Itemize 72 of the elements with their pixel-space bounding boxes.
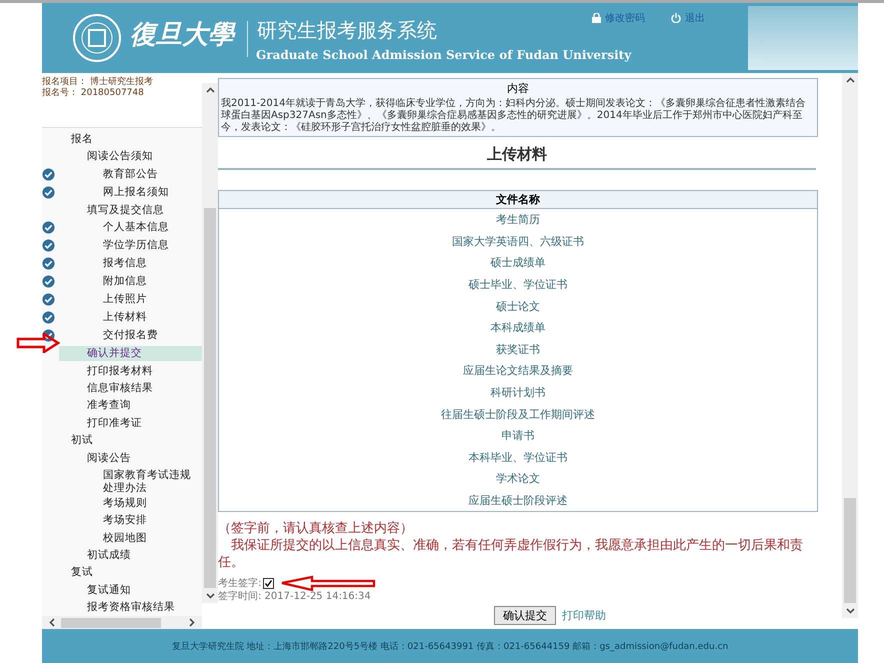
nav-item[interactable]: 考场规则	[59, 496, 151, 511]
signature-time: 签字时间: 2017-12-25 14:16:34	[218, 591, 371, 602]
file-link[interactable]: 获奖证书	[218, 338, 818, 360]
file-link[interactable]: 硕士毕业、学位证书	[218, 274, 818, 296]
nav-item[interactable]: 阅读公告须知	[59, 149, 157, 164]
scroll-right-icon[interactable]	[187, 618, 196, 627]
nav-item[interactable]: 教育部公告	[59, 166, 162, 182]
nav-item[interactable]: 交付报名费	[59, 328, 162, 344]
file-link[interactable]: 科研计划书	[218, 382, 818, 404]
file-link[interactable]: 本科毕业、学位证书	[218, 446, 818, 468]
nav-item[interactable]: 复试通知	[59, 582, 135, 598]
file-link[interactable]: 国家大学英语四、六级证书	[218, 230, 818, 252]
file-link[interactable]: 硕士论文	[218, 295, 818, 317]
nav-item[interactable]: 打印报考材料	[59, 364, 157, 379]
file-link[interactable]: 应届生论文结果及摘要	[218, 360, 818, 382]
nav-item[interactable]: 上传材料	[59, 310, 151, 326]
scroll-left-icon[interactable]	[48, 618, 57, 627]
scrollbar-thumb[interactable]	[204, 208, 216, 588]
registration-info: 报名号： 20180507748	[42, 88, 145, 99]
section-title: 上传材料	[218, 145, 816, 170]
nav-item[interactable]: 准考查询	[59, 398, 135, 414]
nav-item[interactable]: 复试	[59, 565, 97, 580]
nav-item[interactable]: 报考信息	[59, 256, 151, 272]
file-link[interactable]: 申请书	[218, 424, 818, 447]
power-icon	[671, 13, 681, 23]
nav-item[interactable]: 校园地图	[59, 530, 151, 546]
scroll-down-icon[interactable]	[846, 606, 854, 615]
file-link[interactable]: 应届生硕士阶段评述	[218, 490, 818, 512]
lock-icon	[592, 13, 601, 23]
file-link[interactable]: 往届生硕士阶段及工作期间评述	[218, 403, 818, 425]
declaration-text: 我保证所提交的以上信息真实、准确，若有任何弄虚作假行为，我愿意承担由此产生的一切后果和责任。	[218, 537, 803, 572]
nav-item[interactable]: 附加信息	[59, 274, 151, 290]
nav-item[interactable]: 填写及提交信息	[59, 202, 168, 218]
nav-item[interactable]: 信息审核结果	[59, 380, 157, 396]
nav-item[interactable]: 阅读公告	[59, 450, 135, 466]
system-subtitle: Graduate School Admission Service of Fudan University	[256, 48, 632, 62]
nav-item[interactable]: 初试成绩	[59, 548, 135, 564]
nav-item[interactable]: 网上报名须知	[59, 184, 173, 200]
footer-text: 复旦大学研究生院 地址：上海市邯郸路220号5号楼 电话：021-65643991 传真：021-65644159 邮箱：gs_admission@fudan.edu.cn	[172, 640, 728, 652]
nav-item[interactable]: 个人基本信息	[59, 220, 173, 236]
nav-item[interactable]: 上传照片	[59, 292, 151, 308]
university-seal-icon	[72, 13, 122, 63]
file-link[interactable]: 学术论文	[218, 468, 818, 490]
university-logo-text: 復旦大學	[130, 19, 234, 52]
scroll-up-icon[interactable]	[846, 76, 854, 85]
arrow-annotation-icon	[16, 333, 60, 353]
nav-item[interactable]: 确认并提交	[59, 346, 202, 362]
arrow-annotation-icon	[280, 575, 376, 592]
nav-item[interactable]: 报名	[59, 132, 97, 147]
print-help-link[interactable]: 打印帮助	[562, 608, 606, 624]
panel-title: 内容	[506, 81, 530, 97]
signature-checkbox[interactable]	[263, 578, 274, 589]
scroll-down-icon[interactable]	[206, 591, 214, 600]
nav-item[interactable]: 打印准考证	[59, 416, 146, 431]
nav-item[interactable]: 报考资格审核结果	[59, 600, 179, 616]
scrollbar-thumb[interactable]	[61, 618, 161, 628]
file-link[interactable]: 考生简历	[218, 208, 818, 231]
file-link[interactable]: 硕士成绩单	[218, 252, 818, 274]
panel-text: 我2011-2014年就读于青岛大学，获得临床专业学位，方向为：妇科内分泌。硕士期间发表论文：《多囊卵巢综合征患者性激素结合球蛋白基因Asp327Asn多态性》、《多囊卵巢综合症易感基因多态性的研究进展》。2014年毕业后工作于郑州市中心医院妇产科至今，发表论文：《硅胶环形子宫托治疗女性盆腔脏垂的效果》。	[220, 98, 807, 135]
scrollbar-thumb[interactable]	[844, 498, 856, 603]
registration-info: 报名项目： 博士研究生报考	[42, 77, 154, 88]
file-link[interactable]: 本科成绩单	[218, 316, 818, 339]
submit-button[interactable]: 确认提交	[494, 606, 556, 626]
system-title: 研究生报考服务系统	[257, 17, 437, 44]
nav-item[interactable]: 国家教育考试违规处理办法	[59, 468, 202, 496]
signature-label: 考生签字:	[218, 578, 262, 589]
nav-item[interactable]: 初试	[59, 433, 97, 448]
nav-item[interactable]: 学位学历信息	[59, 238, 173, 254]
declaration-note: （签字前，请认真核查上述内容）	[218, 520, 414, 538]
column-header: 文件名称	[218, 190, 818, 208]
scroll-up-icon[interactable]	[206, 86, 214, 95]
nav-item[interactable]: 考场安排	[59, 513, 151, 528]
